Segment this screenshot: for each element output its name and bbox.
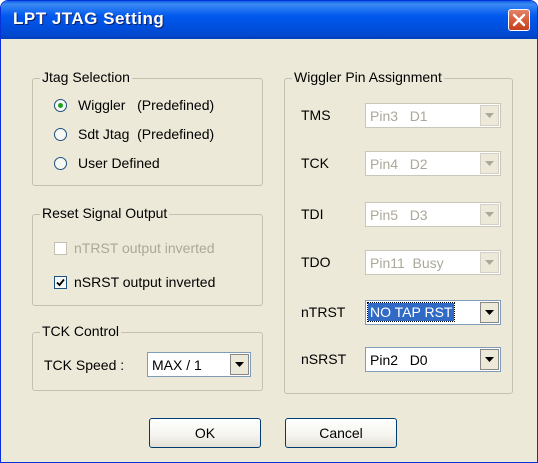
pin-tck-select[interactable]: Pin4 D2	[365, 151, 501, 176]
pin-tck-value: Pin4 D2	[370, 156, 428, 172]
pin-nsrst-value: Pin2 D0	[370, 352, 428, 368]
dropdown-button[interactable]	[480, 153, 499, 174]
dropdown-button[interactable]	[480, 252, 499, 273]
jtag-selection-title: Jtag Selection	[40, 69, 132, 85]
window-title: LPT JTAG Setting	[13, 9, 165, 28]
pin-tck-label: TCK	[301, 155, 329, 171]
radio-indicator[interactable]	[54, 128, 67, 141]
reset-signal-title: Reset Signal Output	[40, 205, 170, 221]
pin-ntrst-label: nTRST	[301, 304, 346, 320]
dropdown-button[interactable]	[480, 204, 499, 225]
radio-wiggler-label[interactable]: Wiggler (Predefined)	[78, 97, 214, 113]
dropdown-arrow-icon	[485, 260, 494, 265]
radio-sdt-jtag-label[interactable]: Sdt Jtag (Predefined)	[78, 126, 214, 142]
dialog-window: LPT JTAG Setting Jtag Selection Wiggler …	[0, 0, 538, 463]
dropdown-arrow-icon	[485, 357, 494, 362]
pin-ntrst-value: NO TAP RST	[366, 302, 456, 322]
radio-user-defined-label[interactable]: User Defined	[78, 155, 160, 171]
pin-tdo-label: TDO	[301, 254, 331, 270]
title-bar[interactable]: LPT JTAG Setting	[1, 1, 537, 39]
wiggler-pin-title: Wiggler Pin Assignment	[292, 69, 444, 85]
dropdown-arrow-icon	[485, 212, 494, 217]
nsrst-inverted-label[interactable]: nSRST output inverted	[74, 274, 215, 290]
dropdown-button[interactable]	[480, 302, 499, 323]
dropdown-arrow-icon	[485, 113, 494, 118]
dropdown-arrow-icon	[485, 310, 494, 315]
ntrst-inverted-checkbox[interactable]	[54, 242, 67, 255]
dropdown-arrow-icon	[485, 161, 494, 166]
dropdown-arrow-icon	[235, 362, 244, 367]
tck-speed-value: MAX / 1	[152, 357, 202, 373]
close-x-icon	[512, 13, 526, 27]
radio-indicator[interactable]	[54, 157, 67, 170]
pin-tms-select[interactable]: Pin3 D1	[365, 103, 501, 128]
pin-tdi-value: Pin5 D3	[370, 207, 428, 223]
pin-tdi-select[interactable]: Pin5 D3	[365, 202, 501, 227]
pin-tdi-label: TDI	[301, 206, 324, 222]
reset-signal-group	[32, 214, 263, 306]
tck-speed-label: TCK Speed :	[44, 357, 125, 373]
close-button[interactable]	[508, 9, 530, 31]
pin-tms-label: TMS	[301, 107, 331, 123]
pin-ntrst-select[interactable]: NO TAP RST	[365, 300, 501, 325]
checkmark-icon	[56, 278, 65, 287]
nsrst-inverted-checkbox[interactable]	[54, 276, 67, 289]
cancel-button[interactable]: Cancel	[285, 418, 397, 448]
tck-control-title: TCK Control	[40, 323, 122, 339]
ok-button[interactable]: OK	[149, 418, 261, 448]
ntrst-inverted-label: nTRST output inverted	[74, 240, 215, 256]
tck-speed-select[interactable]: MAX / 1	[147, 352, 251, 377]
dropdown-button[interactable]	[230, 354, 249, 375]
dropdown-button[interactable]	[480, 349, 499, 370]
pin-nsrst-select[interactable]: Pin2 D0	[365, 347, 501, 372]
pin-tdo-select[interactable]: Pin11 Busy	[365, 250, 501, 275]
pin-tdo-value: Pin11 Busy	[370, 255, 444, 271]
dropdown-button[interactable]	[480, 105, 499, 126]
pin-tms-value: Pin3 D1	[370, 108, 428, 124]
pin-nsrst-label: nSRST	[301, 351, 347, 367]
radio-indicator[interactable]	[54, 99, 67, 112]
